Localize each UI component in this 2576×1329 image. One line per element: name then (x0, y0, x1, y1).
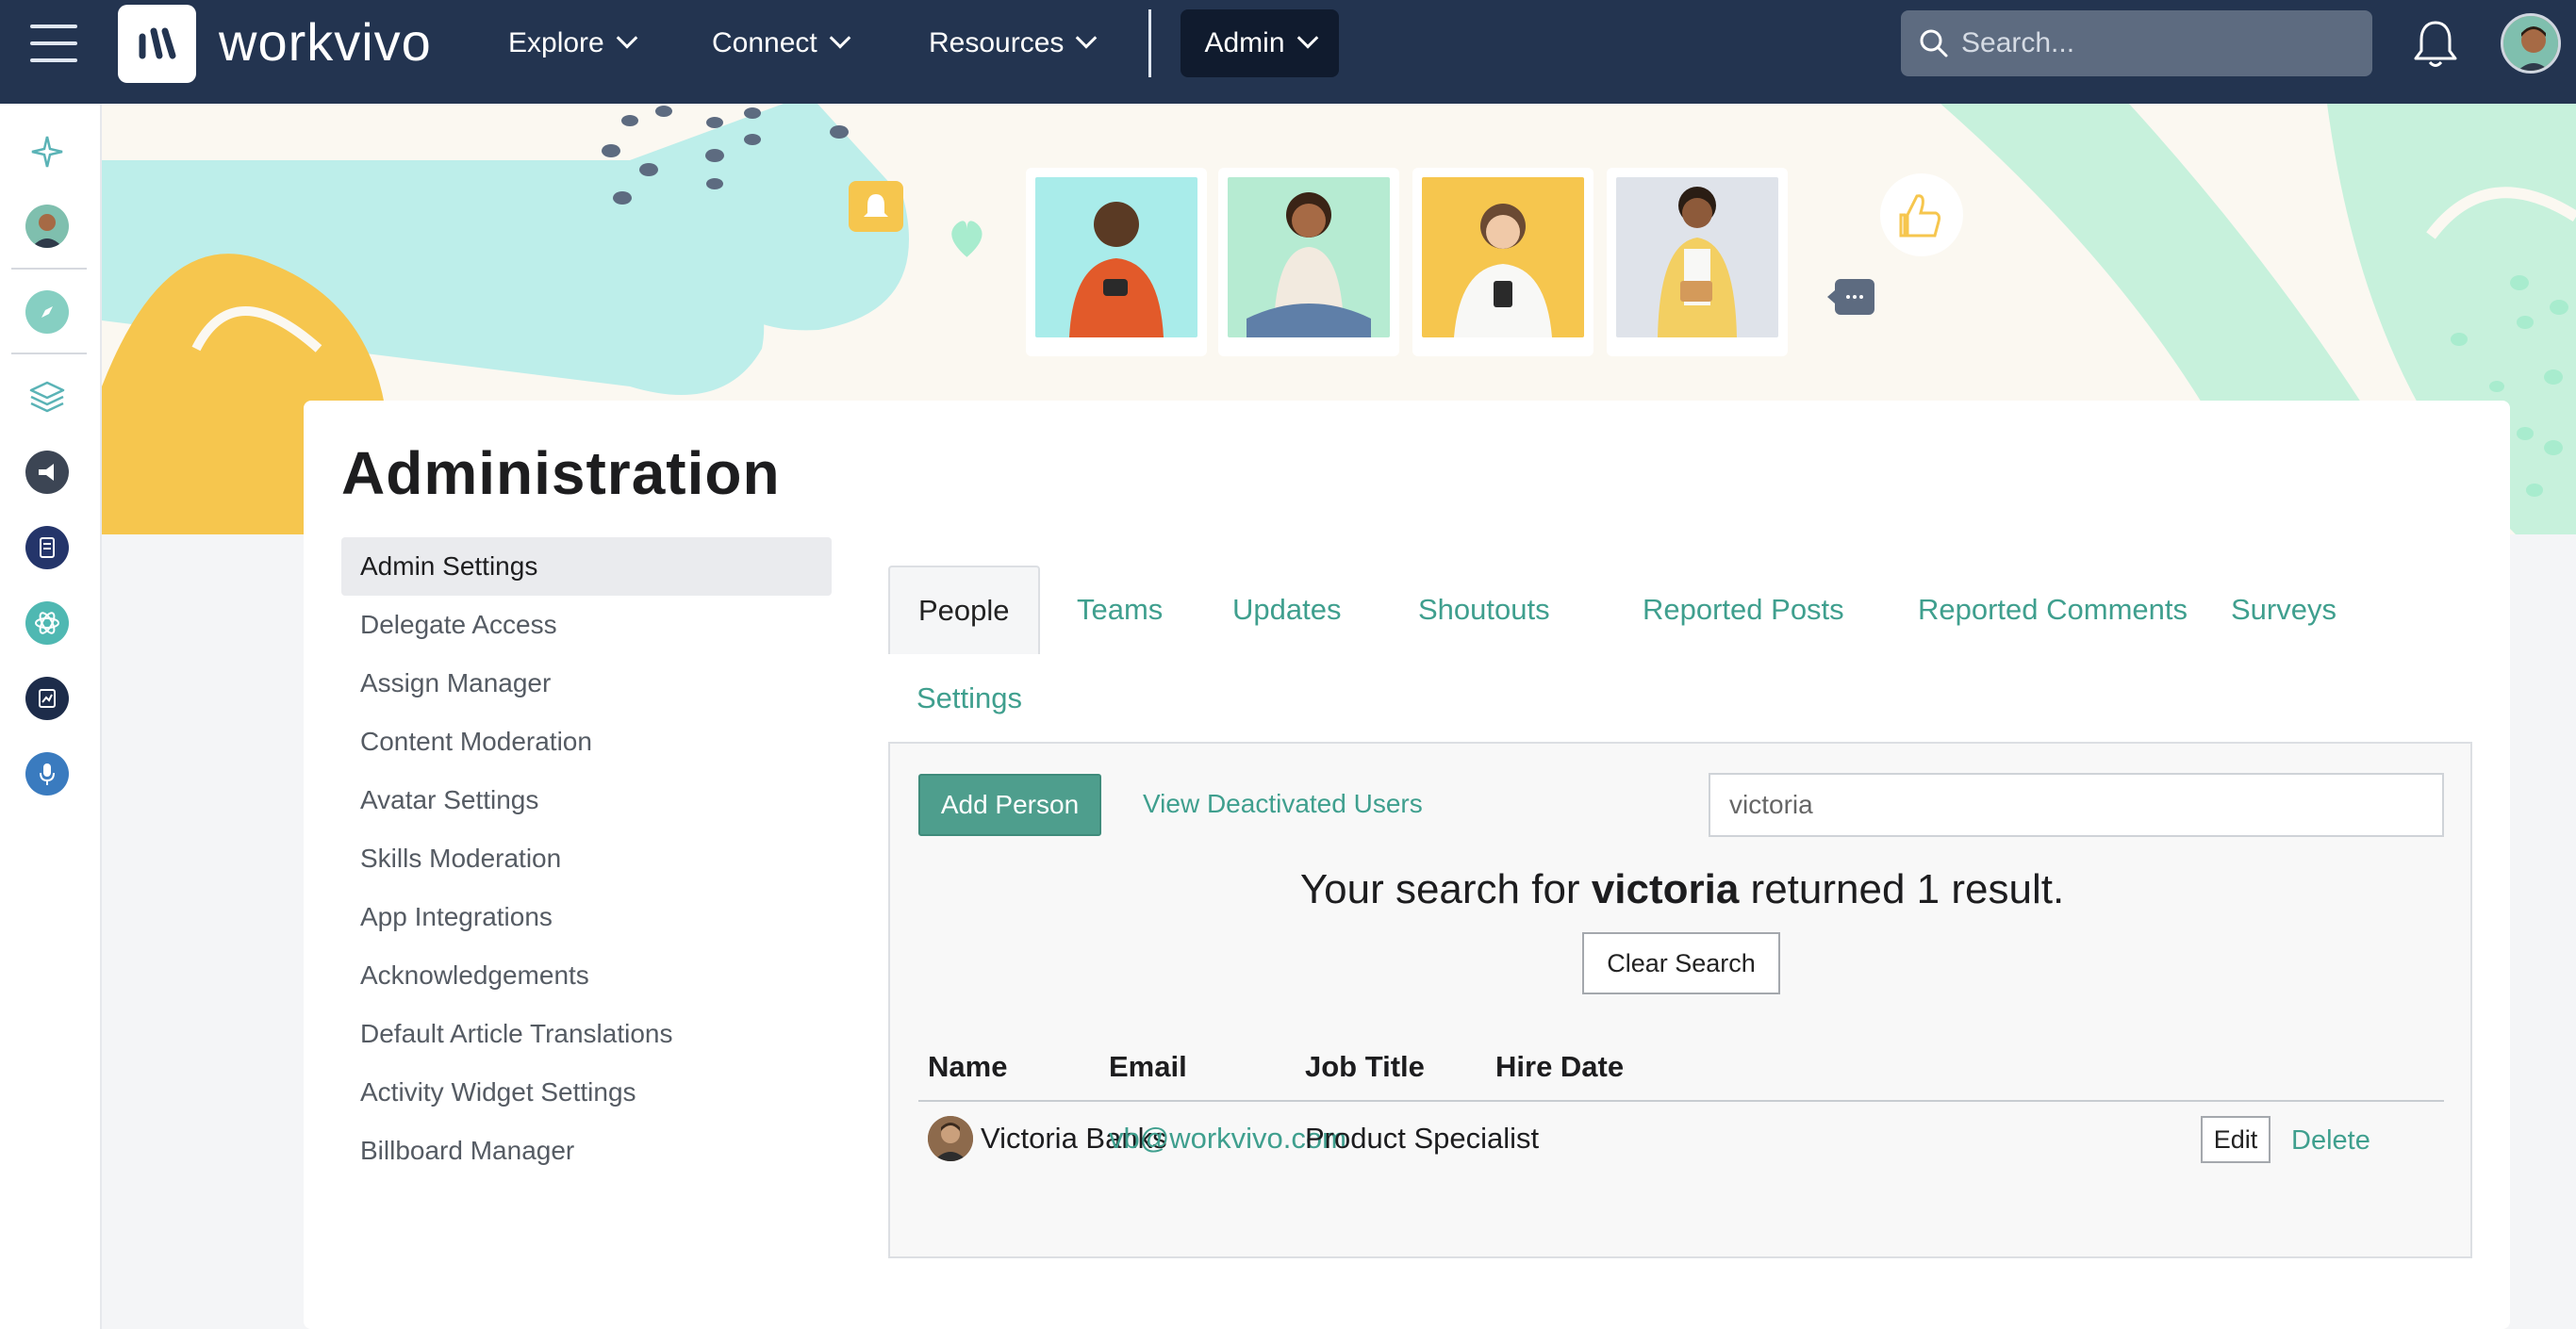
result-suffix: returned 1 result. (1739, 866, 2065, 912)
left-rail (0, 104, 102, 1329)
workvivo-logo[interactable] (118, 5, 196, 83)
tab-people[interactable]: People (888, 566, 1040, 654)
column-header-hire-date: Hire Date (1495, 1050, 1625, 1083)
chevron-down-icon (1296, 27, 1318, 49)
team-photo (1026, 168, 1207, 356)
nav-explore[interactable]: Explore (508, 17, 638, 70)
global-search[interactable] (1901, 10, 2372, 76)
search-result-message: Your search for victoria returned 1 resu… (890, 866, 2474, 913)
tab-shoutouts[interactable]: Shoutouts (1418, 566, 1550, 654)
clear-search-button[interactable]: Clear Search (1582, 932, 1780, 994)
tab-reported-posts[interactable]: Reported Posts (1643, 566, 1844, 654)
view-deactivated-users-link[interactable]: View Deactivated Users (1143, 789, 1423, 819)
global-search-input[interactable] (1961, 27, 2338, 59)
result-term: victoria (1591, 866, 1740, 912)
side-item-default-article-translations[interactable]: Default Article Translations (341, 1005, 832, 1063)
user-avatar[interactable] (2501, 13, 2561, 74)
tab-surveys[interactable]: Surveys (2231, 566, 2337, 654)
chevron-down-icon (616, 27, 638, 49)
compass-icon[interactable] (25, 290, 69, 334)
hamburger-menu-icon[interactable] (30, 25, 77, 62)
search-icon (1920, 29, 1948, 57)
people-panel: Add Person View Deactivated Users Your s… (888, 742, 2472, 1258)
brand-name: workvivo (219, 12, 432, 72)
side-item-assign-manager[interactable]: Assign Manager (341, 654, 832, 713)
table-row: Victoria Banks vb@workvivo.com Product S… (918, 1107, 2444, 1174)
people-table-header: Name Email Job Title Hire Date (918, 1050, 2444, 1102)
edit-button[interactable]: Edit (2201, 1116, 2271, 1163)
nav-explore-label: Explore (508, 27, 604, 58)
admin-card: Administration Admin Settings Delegate A… (304, 401, 2510, 1329)
tab-reported-comments[interactable]: Reported Comments (1918, 566, 2188, 654)
sparkle-icon[interactable] (25, 130, 69, 173)
tab-updates[interactable]: Updates (1232, 566, 1341, 654)
nav-resources[interactable]: Resources (929, 17, 1098, 70)
side-item-app-integrations[interactable]: App Integrations (341, 888, 832, 946)
top-navigation-bar: workvivo Explore Connect Resources Admin (0, 0, 2576, 104)
rail-divider (11, 353, 87, 354)
chevron-down-icon (1076, 27, 1098, 49)
person-job-title: Product Specialist (1305, 1122, 1540, 1155)
result-prefix: Your search for (1299, 866, 1592, 912)
column-header-job-title: Job Title (1305, 1050, 1425, 1083)
side-item-skills-moderation[interactable]: Skills Moderation (341, 829, 832, 888)
atom-icon[interactable] (25, 601, 69, 645)
tab-settings[interactable]: Settings (916, 654, 1022, 743)
chart-icon[interactable] (25, 677, 69, 720)
rail-divider (11, 268, 87, 270)
chevron-down-icon (829, 27, 851, 49)
avatar (928, 1116, 973, 1161)
people-search-input[interactable] (1709, 773, 2444, 837)
side-item-avatar-settings[interactable]: Avatar Settings (341, 771, 832, 829)
admin-side-menu: Admin Settings Delegate Access Assign Ma… (341, 537, 832, 1180)
side-item-acknowledgements[interactable]: Acknowledgements (341, 946, 832, 1005)
team-photo (1607, 168, 1788, 356)
nav-divider (1148, 9, 1151, 77)
bell-icon[interactable] (2410, 17, 2461, 70)
admin-tabs: People Teams Updates Shoutouts Reported … (888, 566, 2472, 745)
tab-teams[interactable]: Teams (1077, 566, 1163, 654)
nav-resources-label: Resources (929, 27, 1065, 58)
side-item-billboard-manager[interactable]: Billboard Manager (341, 1122, 832, 1180)
nav-admin-label: Admin (1204, 27, 1285, 58)
side-item-activity-widget-settings[interactable]: Activity Widget Settings (341, 1063, 832, 1122)
delete-link[interactable]: Delete (2291, 1125, 2370, 1157)
nav-connect[interactable]: Connect (712, 17, 851, 70)
team-photo (1412, 168, 1593, 356)
nav-connect-label: Connect (712, 27, 817, 58)
side-item-delegate-access[interactable]: Delegate Access (341, 596, 832, 654)
side-item-admin-settings[interactable]: Admin Settings (341, 537, 832, 596)
document-icon[interactable] (25, 526, 69, 569)
microphone-icon[interactable] (25, 752, 69, 796)
profile-avatar[interactable] (25, 205, 69, 248)
add-person-button[interactable]: Add Person (918, 774, 1101, 836)
megaphone-icon[interactable] (25, 451, 69, 494)
column-header-name: Name (928, 1050, 1008, 1083)
column-header-email: Email (1109, 1050, 1187, 1083)
page-title: Administration (341, 439, 781, 507)
side-item-content-moderation[interactable]: Content Moderation (341, 713, 832, 771)
team-photo (1218, 168, 1399, 356)
layers-icon[interactable] (25, 375, 69, 418)
nav-admin[interactable]: Admin (1181, 9, 1339, 77)
